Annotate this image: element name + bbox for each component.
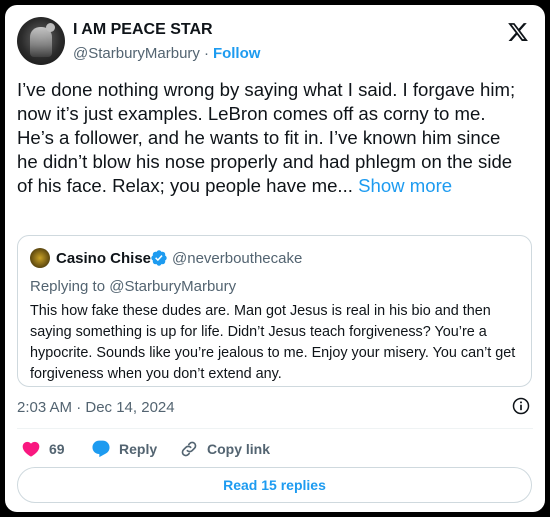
- read-replies-button[interactable]: Read 15 replies: [17, 467, 532, 503]
- author-display-name[interactable]: I AM PEACE STAR: [73, 21, 213, 39]
- quoted-author-name: Casino Chise: [56, 250, 152, 267]
- quoted-post[interactable]: Casino Chise @neverbouthecake Replying t…: [17, 235, 532, 387]
- action-bar: 69 Reply Copy link: [17, 437, 417, 461]
- author-handle[interactable]: @StarburyMarbury: [73, 45, 200, 62]
- author-handle-row: @StarburyMarbury · Follow: [73, 45, 260, 62]
- post-card: I AM PEACE STAR @StarburyMarbury · Follow …: [5, 5, 545, 512]
- quoted-author-handle: @neverbouthecake: [172, 250, 303, 267]
- show-more-link[interactable]: Show more: [358, 175, 452, 196]
- reply-bubble-icon: [92, 440, 110, 458]
- replying-to: Replying to @StarburyMarbury: [30, 278, 237, 295]
- avatar-ball: [46, 23, 55, 32]
- post-timestamp[interactable]: 2:03 AM · Dec 14, 2024: [17, 399, 175, 416]
- link-icon: [181, 441, 197, 457]
- author-avatar[interactable]: [17, 17, 65, 65]
- tweet-text: I’ve done nothing wrong by saying what I…: [17, 78, 517, 198]
- heart-icon: [22, 441, 40, 457]
- info-icon[interactable]: [511, 396, 531, 416]
- reply-label: Reply: [119, 441, 158, 457]
- copy-link-label: Copy link: [207, 441, 271, 457]
- x-logo-icon[interactable]: [507, 21, 529, 43]
- verified-badge-icon: [151, 250, 167, 266]
- like-button[interactable]: 69: [21, 437, 65, 461]
- reply-button[interactable]: Reply: [91, 437, 157, 461]
- quoted-text: This how fake these dudes are. Man got J…: [30, 303, 516, 382]
- follow-link[interactable]: Follow: [213, 45, 261, 62]
- post-header: I AM PEACE STAR @StarburyMarbury · Follow: [17, 17, 533, 67]
- quoted-author-avatar: [30, 248, 50, 268]
- like-count: 69: [49, 441, 65, 457]
- divider: [17, 428, 533, 429]
- separator-dot: ·: [203, 45, 209, 62]
- copy-link-button[interactable]: Copy link: [179, 437, 270, 461]
